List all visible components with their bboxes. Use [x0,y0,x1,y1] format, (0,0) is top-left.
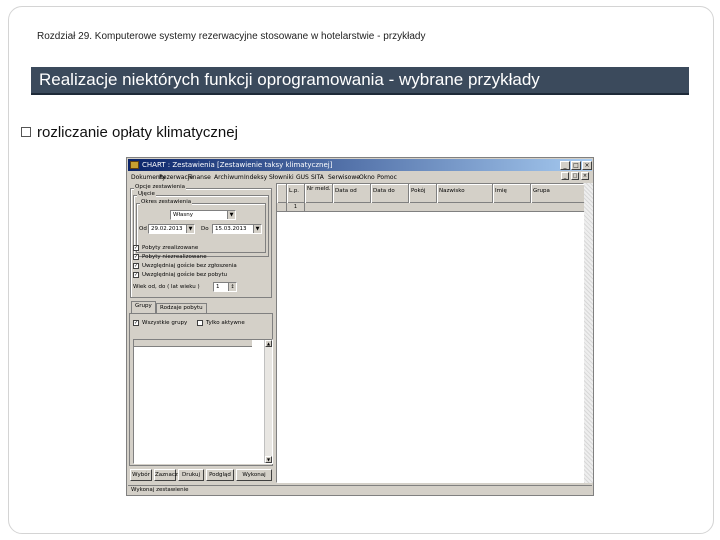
select-button[interactable]: Wybór [130,469,152,481]
date-to-value: 15.03.2013 [215,226,247,232]
scroll-up-icon[interactable]: ▲ [265,340,272,347]
menu-item-archiwum[interactable]: Archiwum [214,172,244,183]
checkbox-unrealized-label: Pobyty niezrealizowane [142,254,207,260]
period-select-value: Własny [173,212,193,218]
menu-item-slowniki[interactable]: Słowniki [269,172,294,183]
date-to-field[interactable]: 15.03.2013 ▼ [212,224,262,234]
chevron-down-icon[interactable]: ▼ [227,211,235,219]
date-from-value: 29.02.2013 [151,226,183,232]
row-selector[interactable] [277,203,287,212]
scope-group-label: Ujęcie [137,191,156,197]
checkbox-guests-no-report[interactable]: ✓ [133,263,139,269]
mdi-minimize-button[interactable]: _ [561,172,569,180]
status-bar: Wykonaj zestawienie [128,485,592,495]
menu-item-serwisowe[interactable]: Serwisowe [328,172,360,183]
tab-stay-types[interactable]: Rodzaje pobytu [156,303,207,313]
checkbox-only-active[interactable] [197,320,203,326]
col-first-name[interactable]: Imię [493,184,531,203]
checkbox-guests-no-report-label: Uwzględniaj goście bez zgłoszenia [142,263,237,269]
checkbox-realized-label: Pobyty zrealizowane [142,245,199,251]
table-row[interactable]: 1 [277,203,585,212]
calendar-dropdown-icon[interactable]: ▼ [186,225,194,233]
row-number: 1 [287,203,305,212]
print-button[interactable]: Drukuj [178,469,204,481]
left-tabs: Grupy Rodzaje pobytu [129,301,273,313]
date-from-label: Od [139,226,147,232]
mark-button[interactable]: Zaznacz [154,469,178,481]
menu-item-indeksy[interactable]: Indeksy [244,172,267,183]
maximize-button[interactable]: □ [571,161,581,170]
app-window: CHART : Zestawienia [Zestawienie taksy k… [126,157,594,496]
options-pane: Opcje zestawienia Ujęcie Okres zestawien… [129,183,273,301]
grid-header: L.p. Nr meld. Data od Data do Pokój Nazw… [277,184,585,203]
tab-groups[interactable]: Grupy [131,301,156,313]
app-icon [130,161,139,169]
col-surname[interactable]: Nazwisko [437,184,493,203]
age-stepper-value: 1 [216,284,220,290]
checkbox-realized[interactable]: ✓ [133,245,139,251]
checkbox-unrealized[interactable]: ✓ [133,254,139,260]
period-select[interactable]: Własny ▼ [170,210,236,220]
calendar-dropdown-icon[interactable]: ▼ [253,225,261,233]
menu-bar: Dokumenty Rezerwacje Finanse Archiwum In… [128,172,592,183]
options-group-label: Opcje zestawienia [134,184,186,190]
date-to-label: Do [201,226,209,232]
results-grid[interactable]: L.p. Nr meld. Data od Data do Pokój Nazw… [276,183,585,483]
bullet-text: rozliczanie opłaty klimatycznej [37,124,238,141]
checkbox-all-groups-label: Wszystkie grupy [142,320,188,326]
execute-button[interactable]: Wykonaj [236,469,272,481]
chapter-heading: Rozdział 29. Komputerowe systemy rezerwa… [37,31,426,42]
col-nr-meld[interactable]: Nr meld. [305,184,333,203]
menu-item-okno[interactable]: Okno [359,172,375,183]
mdi-close-button[interactable]: × [581,172,589,180]
grid-corner [277,184,287,203]
groups-list-header [134,340,252,347]
date-from-field[interactable]: 29.02.2013 ▼ [148,224,195,234]
groups-list[interactable]: ▲ ▼ [133,339,273,464]
preview-button[interactable]: Podgląd [206,469,234,481]
checkbox-guests-no-stay[interactable]: ✓ [133,272,139,278]
col-room[interactable]: Pokój [409,184,437,203]
col-date-from[interactable]: Data od [333,184,371,203]
groups-panel: ✓ Wszystkie grupy Tylko aktywne ▲ ▼ [129,313,273,466]
checkbox-only-active-label: Tylko aktywne [206,320,245,326]
mdi-maximize-button[interactable]: □ [571,172,579,180]
menu-item-finanse[interactable]: Finanse [188,172,211,183]
status-text: Wykonaj zestawienie [131,487,189,493]
app-title: CHART : Zestawienia [Zestawienie taksy k… [142,161,333,169]
scroll-down-icon[interactable]: ▼ [265,456,272,463]
spin-arrows-icon[interactable]: ↕ [228,283,236,291]
menu-item-sita[interactable]: SITA [311,172,324,183]
col-date-to[interactable]: Data do [371,184,409,203]
menu-item-pomoc[interactable]: Pomoc [377,172,397,183]
age-stepper[interactable]: 1 ↕ [213,282,237,292]
slide-title: Realizacje niektórych funkcji oprogramow… [39,70,540,89]
groups-scrollbar[interactable]: ▲ ▼ [264,340,272,463]
period-group-label: Okres zestawienia [140,199,193,205]
menu-item-gus[interactable]: GUS [296,172,309,183]
slide-title-bar: Realizacje niektórych funkcji oprogramow… [31,67,689,95]
bullet-square-icon [21,127,31,137]
col-group[interactable]: Grupa [531,184,585,203]
close-button[interactable]: × [582,161,592,170]
minimize-button[interactable]: _ [560,161,570,170]
action-buttons: Wybór Zaznacz Drukuj Podgląd Wykonaj [129,467,273,483]
checkbox-guests-no-stay-label: Uwzględniaj goście bez pobytu [142,272,228,278]
checkbox-all-groups[interactable]: ✓ [133,320,139,326]
col-lp[interactable]: L.p. [287,184,305,203]
grid-scrollbar[interactable] [584,183,593,483]
app-title-bar: CHART : Zestawienia [Zestawienie taksy k… [128,159,592,171]
age-label: Wiek od, do ( lat wieku ) [133,284,200,290]
